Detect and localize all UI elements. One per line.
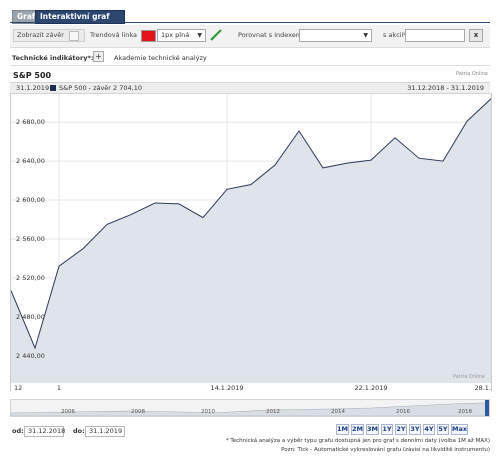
period-button-2y[interactable]: 2Y	[395, 424, 407, 435]
navigator-year-label: 2014	[331, 409, 345, 415]
chart-area[interactable]: 2 680,00 2 640,00 2 600,00 2 560,00 2 520,00…	[10, 93, 500, 392]
period-button-5y[interactable]: 5Y	[437, 424, 449, 435]
y-tick-label: 2 680,00	[16, 118, 45, 126]
period-button-max[interactable]: Max	[451, 424, 468, 435]
show-close-label: Zobrazit závěr	[17, 31, 64, 39]
period-button-4y[interactable]: 4Y	[423, 424, 435, 435]
navigator-year-label: 2008	[131, 409, 145, 415]
trend-line-label: Trendová linka	[90, 31, 138, 39]
compare-index-select[interactable]: ▼	[299, 29, 372, 42]
legend-date: 31.1.2019	[16, 84, 50, 92]
to-date-input[interactable]: 31.1.2019	[85, 426, 125, 437]
y-tick-label: 2 640,00	[16, 157, 45, 165]
series-area	[11, 98, 491, 384]
period-button-2m[interactable]: 2M	[351, 424, 364, 435]
navigator-year-label: 2010	[201, 409, 215, 415]
compare-index-label: Porovnat s indexem*	[238, 31, 306, 39]
legend-swatch	[50, 85, 56, 91]
chevron-down-icon: ▼	[197, 32, 202, 39]
y-tick-label: 2 520,00	[16, 274, 45, 282]
y-tick-label: 2 600,00	[16, 196, 45, 204]
chart-source-bottom: Patria Online	[452, 374, 485, 380]
navigator-svg	[10, 400, 490, 417]
y-tick-label: 2 560,00	[16, 235, 45, 243]
legend-text: S&P 500 - závěr 2 704,10	[59, 84, 142, 92]
chart-source: Patria Online	[455, 71, 488, 77]
note-tick: Pozn: Tick - Automatické vykreslování gr…	[281, 447, 490, 453]
navigator-year-label: 2016	[396, 409, 410, 415]
x-tick-label: 14.1.2019	[210, 384, 243, 391]
to-label: do:	[73, 427, 85, 435]
period-button-3m[interactable]: 3M	[366, 424, 379, 435]
academy-link[interactable]: Akademie technické analýzy	[114, 54, 207, 62]
from-date-input[interactable]: 31.12.2018	[24, 426, 65, 437]
x-tick-label: 1	[57, 384, 61, 391]
x-tick-label: 28.1.2019	[474, 384, 491, 391]
period-button-1y[interactable]: 1Y	[381, 424, 393, 435]
line-style-select[interactable]: 1px plná ▼	[157, 29, 206, 42]
clear-compare-button[interactable]: x	[469, 29, 483, 42]
navigator-year-label: 2018	[458, 409, 472, 415]
x-axis-labels: 12 1 14.1.2019 22.1.2019 28.1.2019	[14, 384, 500, 392]
show-close-checkbox[interactable]	[69, 31, 79, 41]
add-indicator-button[interactable]: +	[93, 51, 104, 62]
period-button-3y[interactable]: 3Y	[409, 424, 421, 435]
legend-range: 31.12.2018 - 31.1.2019	[407, 84, 484, 92]
y-tick-label: 2 480,00	[16, 313, 45, 321]
stock-label: s akcií*	[383, 31, 407, 39]
trend-color-swatch[interactable]	[141, 30, 156, 42]
chevron-down-icon: ▼	[363, 32, 368, 39]
note-technical-analysis: * Technická analýza a výběr typu grafu d…	[225, 438, 490, 444]
chart-svg[interactable]: 2 680,00 2 640,00 2 600,00 2 560,00 2 520,00…	[10, 93, 500, 392]
period-button-1m[interactable]: 1M	[336, 424, 349, 435]
navigator-year-label: 2006	[61, 409, 75, 415]
stock-input[interactable]	[405, 29, 465, 42]
navigator-year-label: 2012	[266, 409, 280, 415]
range-navigator[interactable]: 2006 2008 2010 2012 2014 2016 2018	[10, 399, 490, 417]
technical-indicators-label: Technické indikátory*:	[12, 54, 94, 62]
chart-title: S&P 500	[13, 71, 52, 80]
from-label: od:	[12, 427, 24, 435]
indicators-row: Technické indikátory*: + Akademie techni…	[10, 49, 490, 66]
x-tick-label: 22.1.2019	[354, 384, 387, 391]
tab-underline	[10, 22, 490, 23]
line-style-value: 1px plná	[161, 31, 190, 39]
x-tick-label: 12	[14, 384, 22, 391]
chart-toolbar: Zobrazit závěr Trendová linka 1px plná ▼…	[10, 25, 490, 48]
y-tick-label: 2 440,00	[16, 352, 45, 360]
pencil-icon[interactable]	[210, 29, 222, 43]
